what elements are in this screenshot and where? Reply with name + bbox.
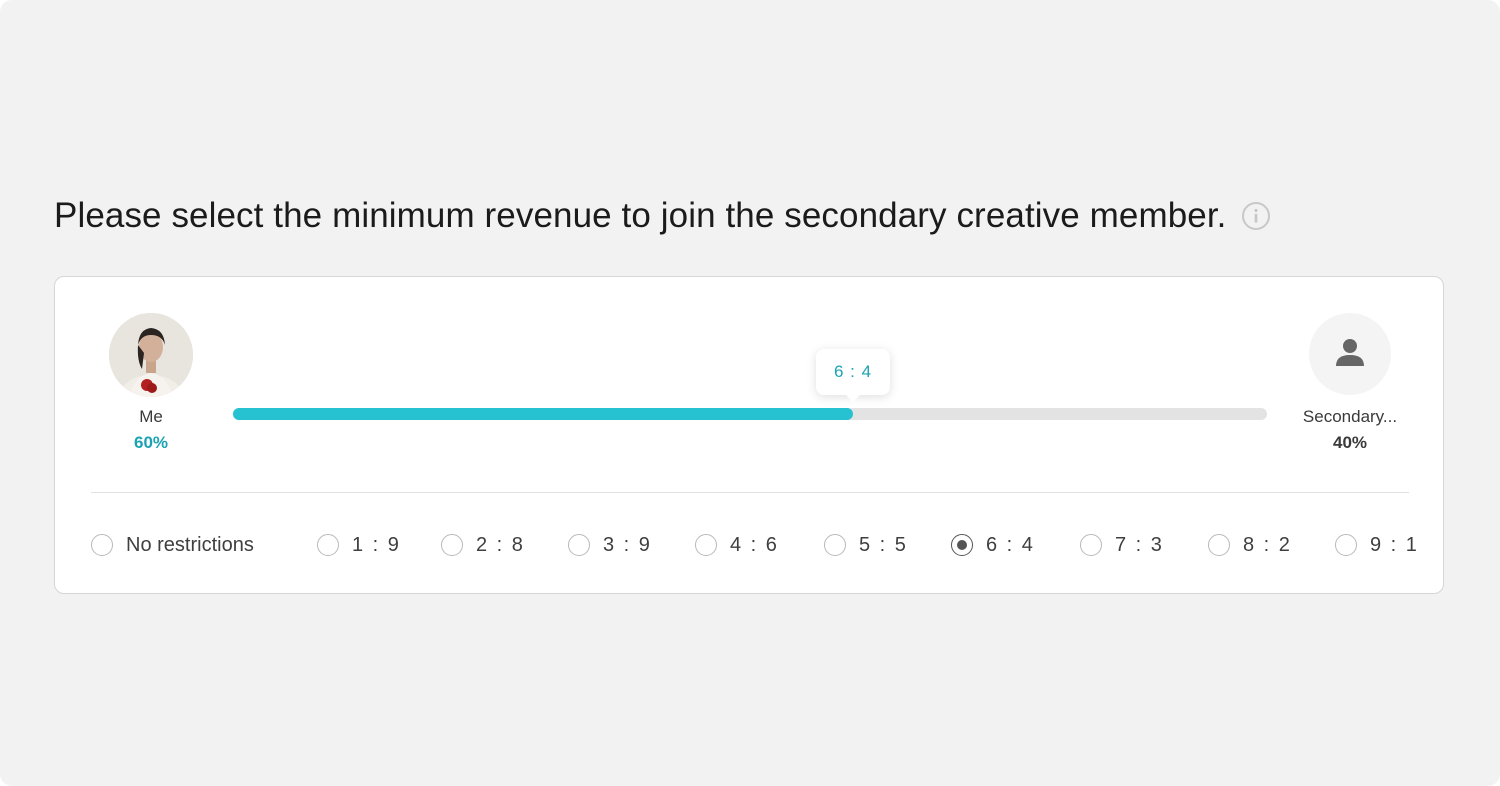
ratio-option[interactable]: 1 : 9 (317, 531, 401, 559)
ratio-option-label: 4 : 6 (730, 533, 779, 556)
ratio-option[interactable]: No restrictions (91, 531, 254, 559)
radio-selected-dot (957, 540, 967, 550)
ratio-option-label: 7 : 3 (1115, 533, 1164, 556)
ratio-option[interactable]: 6 : 4 (951, 531, 1035, 559)
my-name: Me (139, 407, 163, 426)
revenue-split-card: Me 60% 6 : 4 Secondary... 40% No restric… (54, 276, 1444, 594)
radio-button[interactable] (91, 534, 113, 556)
ratio-option[interactable]: 5 : 5 (824, 531, 908, 559)
ratio-option[interactable]: 7 : 3 (1080, 531, 1164, 559)
user-icon (1333, 335, 1367, 374)
heading: Please select the minimum revenue to joi… (54, 196, 1271, 236)
secondary-percentage: 40% (1332, 433, 1368, 452)
radio-button[interactable] (1335, 534, 1357, 556)
heading-text: Please select the minimum revenue to joi… (54, 196, 1227, 235)
ratio-option-label: 9 : 1 (1370, 533, 1419, 556)
ratio-option-label: 8 : 2 (1243, 533, 1292, 556)
secondary-avatar (1309, 313, 1391, 395)
radio-button[interactable] (317, 534, 339, 556)
radio-button[interactable] (824, 534, 846, 556)
ratio-option[interactable]: 3 : 9 (568, 531, 652, 559)
ratio-option[interactable]: 9 : 1 (1335, 531, 1419, 559)
ratio-option-label: 6 : 4 (986, 533, 1035, 556)
my-avatar (109, 313, 193, 397)
info-icon[interactable] (1241, 201, 1271, 231)
ratio-option[interactable]: 4 : 6 (695, 531, 779, 559)
radio-button[interactable] (1080, 534, 1102, 556)
my-percentage: 60% (133, 433, 169, 452)
radio-button[interactable] (441, 534, 463, 556)
secondary-name: Secondary... (1302, 407, 1398, 426)
ratio-option[interactable]: 8 : 2 (1208, 531, 1292, 559)
ratio-option[interactable]: 2 : 8 (441, 531, 525, 559)
slider-value-tooltip: 6 : 4 (816, 349, 890, 402)
radio-button[interactable] (951, 534, 973, 556)
ratio-option-label: 5 : 5 (859, 533, 908, 556)
ratio-option-label: No restrictions (126, 533, 254, 556)
divider (91, 492, 1409, 493)
radio-button[interactable] (695, 534, 717, 556)
page-background: Please select the minimum revenue to joi… (0, 0, 1500, 786)
revenue-slider-fill[interactable] (233, 408, 853, 420)
ratio-option-label: 1 : 9 (352, 533, 401, 556)
ratio-option-label: 3 : 9 (603, 533, 652, 556)
radio-button[interactable] (568, 534, 590, 556)
revenue-slider-track[interactable] (233, 408, 1267, 420)
ratio-option-label: 2 : 8 (476, 533, 525, 556)
radio-button[interactable] (1208, 534, 1230, 556)
